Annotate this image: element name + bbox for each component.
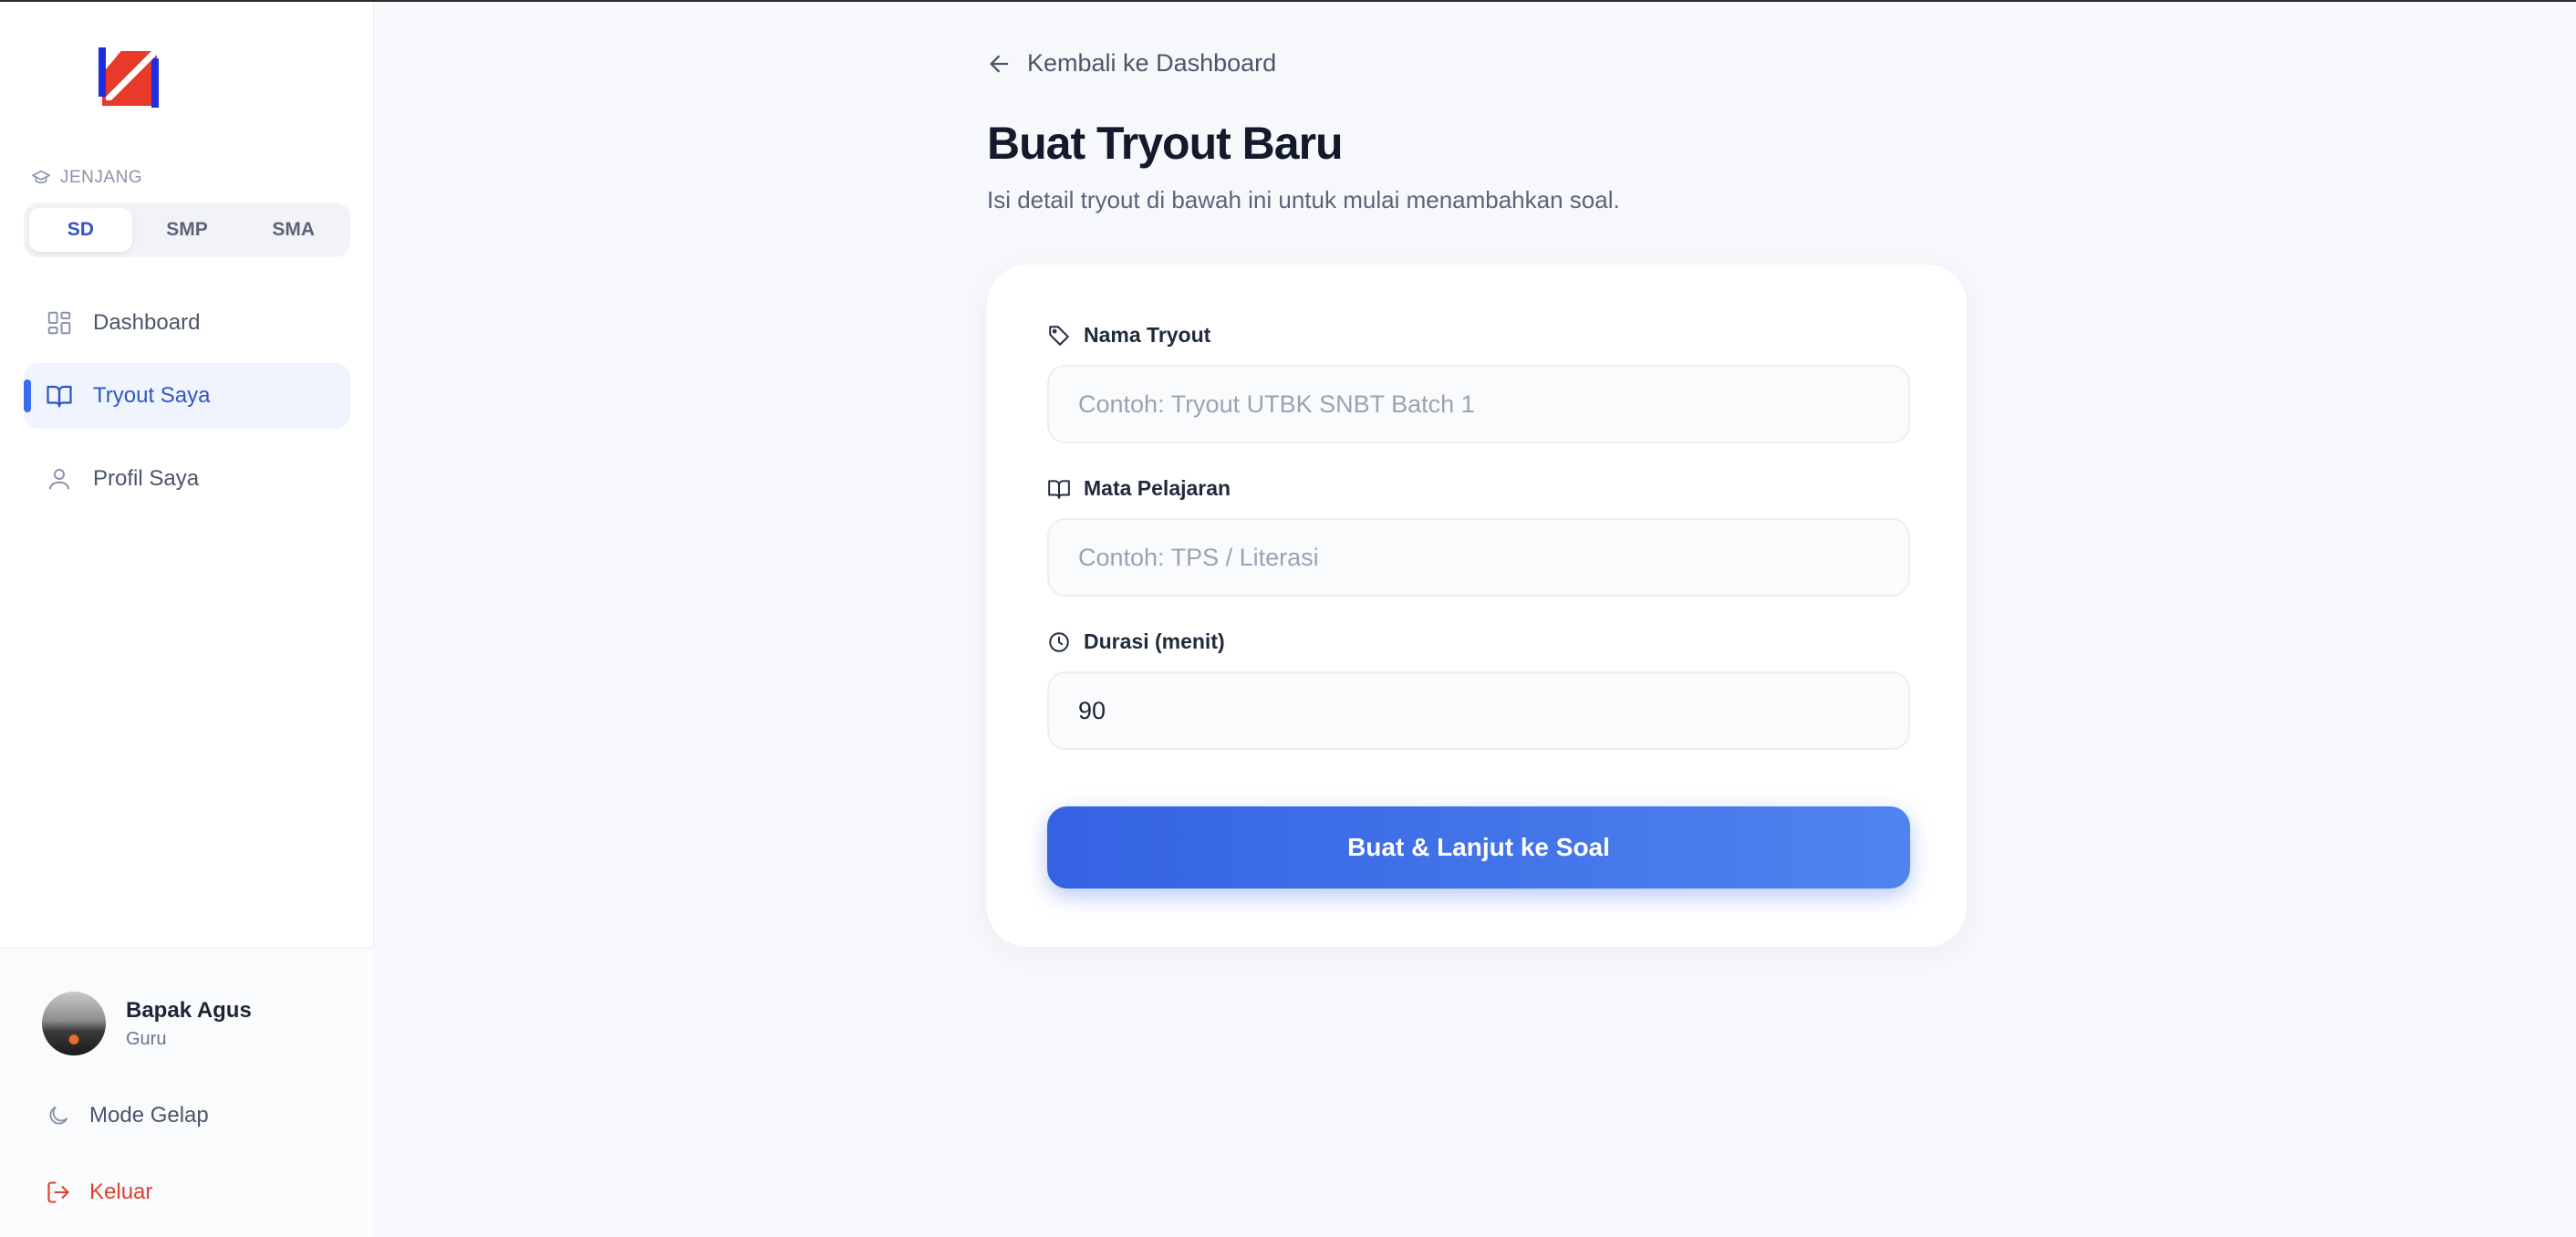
logout-icon (47, 1181, 69, 1203)
back-label: Kembali ke Dashboard (1027, 49, 1277, 77)
submit-create-button[interactable]: Buat & Lanjut ke Soal (1047, 806, 1910, 889)
sidebar-item-profil-saya[interactable]: Profil Saya (24, 446, 350, 512)
mata-pelajaran-label: Mata Pelajaran (1047, 476, 1231, 501)
field-label-text: Mata Pelajaran (1084, 476, 1231, 500)
sidebar-item-tryout-saya[interactable]: Tryout Saya (24, 363, 350, 429)
create-tryout-form: Nama Tryout Mata Pelajaran Durasi (menit… (987, 265, 1967, 947)
dark-mode-label: Mode Gelap (89, 1103, 209, 1128)
clock-icon (1049, 631, 1069, 652)
sidebar-item-label: Tryout Saya (93, 383, 211, 408)
app-logo[interactable] (99, 47, 159, 108)
level-option-sd[interactable]: SD (29, 208, 132, 252)
dark-mode-toggle[interactable]: Mode Gelap (46, 1103, 209, 1128)
window-top-border (0, 0, 2576, 2)
durasi-input[interactable] (1047, 671, 1910, 750)
book-icon (47, 385, 72, 408)
tag-icon (1049, 325, 1069, 346)
logout-button[interactable]: Keluar (46, 1180, 152, 1205)
durasi-label: Durasi (menit) (1047, 629, 1225, 654)
sidebar-item-label: Dashboard (93, 310, 201, 335)
level-section-label: JENJANG (31, 168, 142, 188)
nama-tryout-label: Nama Tryout (1047, 323, 1210, 348)
user-icon (49, 469, 69, 490)
book-icon (1048, 479, 1070, 499)
level-option-smp[interactable]: SMP (136, 208, 239, 252)
back-to-dashboard-link[interactable]: Kembali ke Dashboard (987, 49, 1276, 78)
graduation-cap-icon (32, 170, 50, 183)
mata-pelajaran-input[interactable] (1047, 518, 1910, 597)
level-option-sma[interactable]: SMA (242, 208, 345, 252)
user-role: Guru (126, 1028, 167, 1049)
field-label-text: Durasi (menit) (1084, 629, 1225, 653)
avatar (42, 992, 106, 1055)
sidebar-footer: Bapak Agus Guru Mode Gelap Keluar (0, 947, 374, 1237)
page-subtitle: Isi detail tryout di bawah ini untuk mul… (987, 186, 1620, 213)
arrow-left-icon (990, 55, 1009, 72)
nama-tryout-input[interactable] (1047, 365, 1910, 443)
sidebar: JENJANG SD SMP SMA Dashboard Tryout Saya… (0, 2, 374, 1237)
field-label-text: Nama Tryout (1084, 323, 1211, 347)
level-label-text: JENJANG (60, 168, 143, 187)
user-name: Bapak Agus (126, 997, 252, 1023)
user-profile[interactable]: Bapak Agus Guru (42, 992, 252, 1055)
logout-label: Keluar (89, 1180, 153, 1204)
level-switch: SD SMP SMA (24, 203, 350, 257)
sidebar-item-dashboard[interactable]: Dashboard (24, 290, 350, 356)
sidebar-item-label: Profil Saya (93, 466, 200, 491)
grid-icon (47, 311, 71, 335)
page-title: Buat Tryout Baru (987, 118, 1344, 169)
moon-icon (49, 1106, 68, 1125)
